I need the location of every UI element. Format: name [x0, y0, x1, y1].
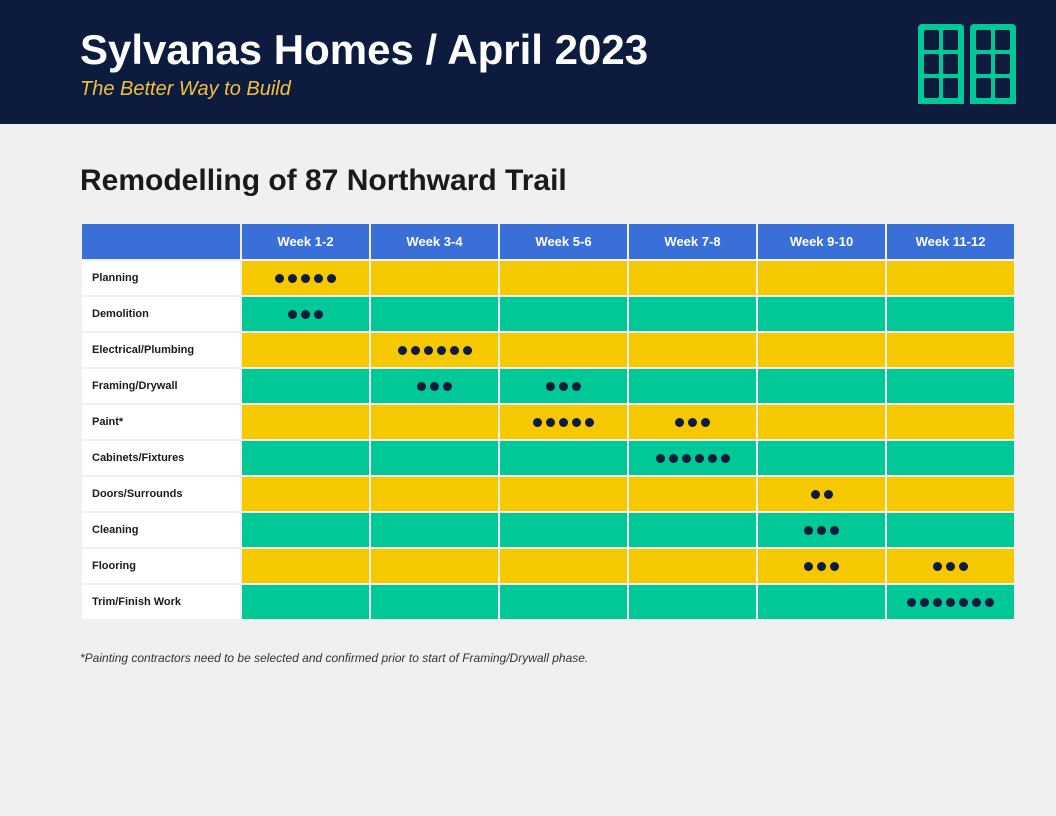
cell-r7-c4	[757, 512, 886, 548]
cell-r8-c4	[757, 548, 886, 584]
cell-r3-c3	[628, 368, 757, 404]
row-label: Cabinets/Fixtures	[81, 440, 241, 476]
cell-r0-c4	[757, 260, 886, 296]
row-label: Cleaning	[81, 512, 241, 548]
row-label: Planning	[81, 260, 241, 296]
company-title: Sylvanas Homes / April 2023	[80, 27, 648, 73]
footnote: *Painting contractors need to be selecte…	[80, 651, 1016, 665]
building-icon-right	[970, 24, 1016, 104]
cell-r6-c4	[757, 476, 886, 512]
cell-r2-c0	[241, 332, 370, 368]
cell-r3-c1	[370, 368, 499, 404]
table-row: Cabinets/Fixtures	[81, 440, 1015, 476]
cell-r3-c0	[241, 368, 370, 404]
cell-r4-c4	[757, 404, 886, 440]
header: Sylvanas Homes / April 2023 The Better W…	[0, 0, 1056, 124]
col-header-week4: Week 7-8	[628, 223, 757, 260]
table-row: Flooring	[81, 548, 1015, 584]
cell-r9-c2	[499, 584, 628, 620]
schedule-table: Week 1-2 Week 3-4 Week 5-6 Week 7-8 Week…	[80, 222, 1016, 621]
col-header-week3: Week 5-6	[499, 223, 628, 260]
project-title: Remodelling of 87 Northward Trail	[80, 164, 1016, 198]
row-label: Demolition	[81, 296, 241, 332]
cell-r3-c2	[499, 368, 628, 404]
cell-r9-c4	[757, 584, 886, 620]
cell-r4-c3	[628, 404, 757, 440]
table-header-row: Week 1-2 Week 3-4 Week 5-6 Week 7-8 Week…	[81, 223, 1015, 260]
cell-r6-c1	[370, 476, 499, 512]
cell-r2-c2	[499, 332, 628, 368]
cell-r3-c4	[757, 368, 886, 404]
cell-r2-c4	[757, 332, 886, 368]
cell-r3-c5	[886, 368, 1015, 404]
row-label: Flooring	[81, 548, 241, 584]
table-row: Cleaning	[81, 512, 1015, 548]
row-label: Electrical/Plumbing	[81, 332, 241, 368]
cell-r1-c1	[370, 296, 499, 332]
cell-r6-c5	[886, 476, 1015, 512]
cell-r5-c3	[628, 440, 757, 476]
cell-r4-c2	[499, 404, 628, 440]
cell-r5-c5	[886, 440, 1015, 476]
col-header-label	[81, 223, 241, 260]
col-header-week1: Week 1-2	[241, 223, 370, 260]
cell-r5-c2	[499, 440, 628, 476]
cell-r0-c5	[886, 260, 1015, 296]
table-row: Demolition	[81, 296, 1015, 332]
cell-r0-c2	[499, 260, 628, 296]
cell-r8-c5	[886, 548, 1015, 584]
col-header-week6: Week 11-12	[886, 223, 1015, 260]
cell-r7-c5	[886, 512, 1015, 548]
cell-r5-c1	[370, 440, 499, 476]
table-row: Electrical/Plumbing	[81, 332, 1015, 368]
cell-r8-c1	[370, 548, 499, 584]
row-label: Trim/Finish Work	[81, 584, 241, 620]
cell-r4-c5	[886, 404, 1015, 440]
cell-r8-c0	[241, 548, 370, 584]
cell-r6-c0	[241, 476, 370, 512]
cell-r7-c1	[370, 512, 499, 548]
table-row: Trim/Finish Work	[81, 584, 1015, 620]
cell-r9-c0	[241, 584, 370, 620]
cell-r1-c2	[499, 296, 628, 332]
cell-r8-c3	[628, 548, 757, 584]
cell-r1-c4	[757, 296, 886, 332]
cell-r7-c3	[628, 512, 757, 548]
cell-r6-c3	[628, 476, 757, 512]
cell-r7-c0	[241, 512, 370, 548]
cell-r4-c1	[370, 404, 499, 440]
cell-r0-c3	[628, 260, 757, 296]
building-icon-left	[918, 24, 964, 104]
cell-r5-c0	[241, 440, 370, 476]
main-content: Remodelling of 87 Northward Trail Week 1…	[0, 124, 1056, 695]
company-tagline: The Better Way to Build	[80, 78, 648, 101]
company-logo	[918, 24, 1016, 104]
cell-r9-c1	[370, 584, 499, 620]
cell-r4-c0	[241, 404, 370, 440]
cell-r7-c2	[499, 512, 628, 548]
table-row: Doors/Surrounds	[81, 476, 1015, 512]
table-row: Framing/Drywall	[81, 368, 1015, 404]
cell-r9-c3	[628, 584, 757, 620]
row-label: Paint*	[81, 404, 241, 440]
cell-r0-c0	[241, 260, 370, 296]
table-row: Paint*	[81, 404, 1015, 440]
cell-r1-c5	[886, 296, 1015, 332]
cell-r6-c2	[499, 476, 628, 512]
cell-r2-c3	[628, 332, 757, 368]
cell-r2-c5	[886, 332, 1015, 368]
col-header-week2: Week 3-4	[370, 223, 499, 260]
cell-r2-c1	[370, 332, 499, 368]
col-header-week5: Week 9-10	[757, 223, 886, 260]
row-label: Doors/Surrounds	[81, 476, 241, 512]
cell-r5-c4	[757, 440, 886, 476]
cell-r8-c2	[499, 548, 628, 584]
row-label: Framing/Drywall	[81, 368, 241, 404]
cell-r1-c3	[628, 296, 757, 332]
header-text: Sylvanas Homes / April 2023 The Better W…	[80, 27, 648, 100]
cell-r1-c0	[241, 296, 370, 332]
table-row: Planning	[81, 260, 1015, 296]
cell-r0-c1	[370, 260, 499, 296]
cell-r9-c5	[886, 584, 1015, 620]
